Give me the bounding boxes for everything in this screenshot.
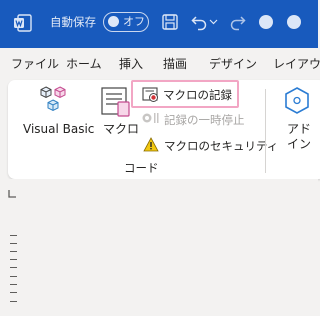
tab-stop-icon[interactable] <box>8 190 16 198</box>
ruler-tick <box>10 267 17 268</box>
macro-label[interactable]: マクロ <box>103 121 139 137</box>
tab-home[interactable]: ホーム <box>66 56 102 72</box>
title-bar: 自動保存 オフ <box>0 0 318 48</box>
redo-icon[interactable] <box>229 13 247 31</box>
visual-basic-label[interactable]: Visual Basic <box>23 121 94 137</box>
tab-file[interactable]: ファイル <box>11 56 59 72</box>
addin-label-line2[interactable]: イン <box>287 136 311 152</box>
macro-list-icon[interactable] <box>100 86 132 118</box>
ribbon-tabs: ファイル ホーム 挿入 描画 デザイン レイアウト <box>0 48 320 80</box>
autosave-toggle-text: オフ <box>123 15 145 28</box>
ruler-tick <box>10 276 17 277</box>
word-doc-icon <box>13 13 33 33</box>
record-macro-label[interactable]: マクロの記録 <box>163 87 232 103</box>
chevron-down-icon[interactable] <box>209 17 218 26</box>
undo-icon[interactable] <box>190 13 208 31</box>
ruler-tick <box>10 292 17 293</box>
visual-basic-cubes-icon[interactable] <box>38 85 70 115</box>
ruler-tick <box>10 284 17 285</box>
save-icon[interactable] <box>161 13 179 31</box>
warning-icon[interactable] <box>143 137 159 152</box>
autosave-toggle[interactable]: オフ <box>103 12 149 32</box>
hexagon-icon[interactable] <box>283 86 311 116</box>
tab-insert[interactable]: 挿入 <box>119 56 143 72</box>
ribbon-separator <box>265 89 266 173</box>
addin-label-line1[interactable]: アド <box>287 121 311 137</box>
tab-design[interactable]: デザイン <box>209 56 257 72</box>
ruler-tick <box>10 301 17 302</box>
ruler-tick <box>10 235 17 236</box>
circle-icon[interactable] <box>258 14 274 30</box>
tab-layout[interactable]: レイアウト <box>273 56 320 72</box>
document-area <box>0 179 318 316</box>
ruler-tick <box>10 259 17 260</box>
toggle-knob <box>108 16 119 27</box>
circle-icon[interactable] <box>286 14 302 30</box>
group-label-code: コード <box>124 161 159 175</box>
ruler-tick <box>10 243 17 244</box>
autosave-label: 自動保存 <box>50 15 96 29</box>
record-macro-icon[interactable] <box>142 86 159 103</box>
pause-record-icon <box>142 111 160 125</box>
pause-recording-label: 記録の一時停止 <box>164 113 245 127</box>
macro-security-label[interactable]: マクロのセキュリティ <box>164 138 278 154</box>
tab-draw[interactable]: 描画 <box>163 56 187 72</box>
ruler-tick <box>10 251 17 252</box>
